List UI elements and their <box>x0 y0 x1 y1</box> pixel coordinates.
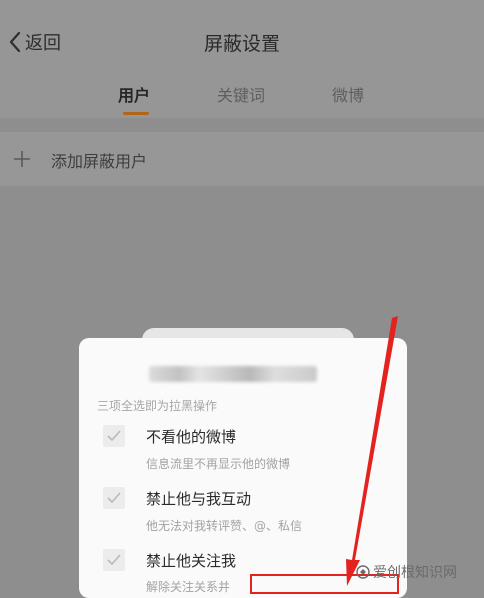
blurred-username <box>149 366 317 382</box>
add-blocked-user-label: 添加屏蔽用户 <box>51 152 148 171</box>
option-checkbox-block-follow[interactable] <box>103 549 125 571</box>
option-title-block-interaction[interactable]: 禁止他与我互动 <box>146 488 251 509</box>
page-title: 屏蔽设置 <box>203 33 280 55</box>
tab-weibo[interactable]: 微博 <box>332 82 364 106</box>
plus-icon <box>14 151 30 167</box>
option-title-block-follow[interactable]: 禁止他关注我 <box>146 550 236 571</box>
option-desc-block-follow: 解除关注关系并 <box>146 580 231 594</box>
check-icon <box>107 492 121 504</box>
option-checkbox-block-interaction[interactable] <box>103 487 125 509</box>
option-desc-hide-posts: 信息流里不再显示他的微博 <box>146 457 291 471</box>
active-tab-indicator <box>123 112 149 115</box>
tab-keywords[interactable]: 关键词 <box>217 82 265 106</box>
dialog-hint: 三项全选即为拉黑操作 <box>97 399 218 413</box>
watermark-logo-icon <box>356 565 370 579</box>
top-bar: 返回 屏蔽设置 用户 关键词 微博 <box>0 0 484 118</box>
watermark: 爱创根知识网 <box>356 562 457 582</box>
check-icon <box>107 430 121 442</box>
option-title-hide-posts[interactable]: 不看他的微博 <box>146 426 236 447</box>
watermark-text: 爱创根知识网 <box>373 565 457 581</box>
tab-users[interactable]: 用户 <box>118 82 150 106</box>
add-blocked-user-row[interactable]: 添加屏蔽用户 <box>0 132 484 186</box>
check-icon <box>107 554 121 566</box>
option-desc-block-interaction: 他无法对我转评赞、@、私信 <box>146 519 303 533</box>
option-checkbox-hide-posts[interactable] <box>103 425 125 447</box>
